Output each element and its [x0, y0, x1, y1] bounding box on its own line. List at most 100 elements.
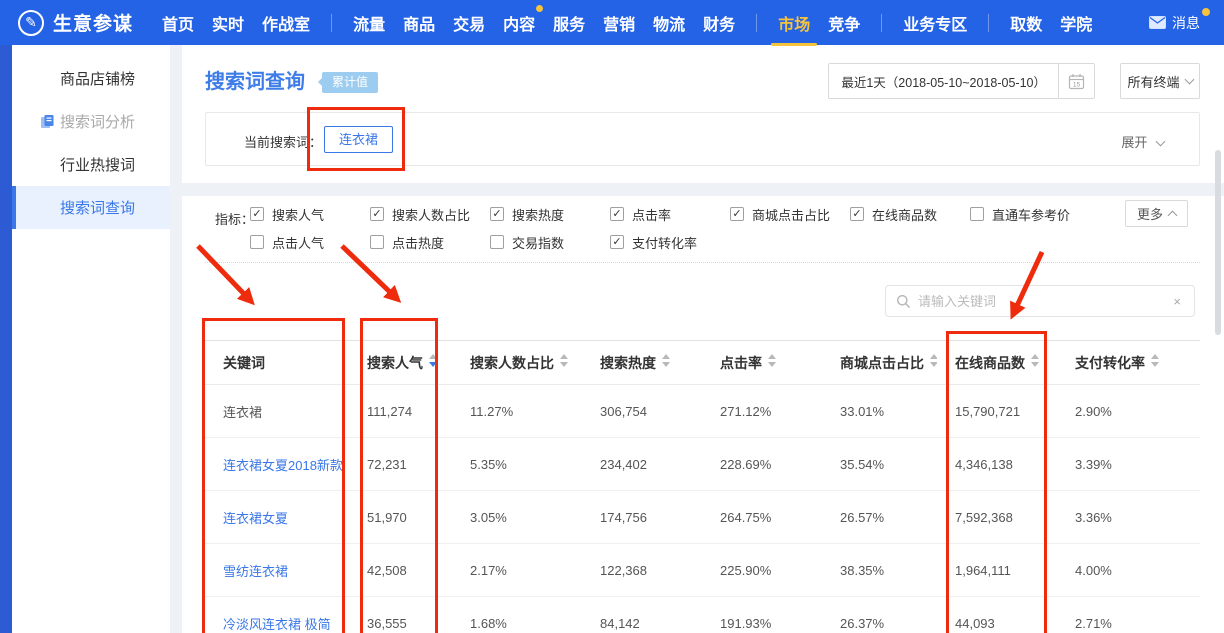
keyword-link[interactable]: 冷淡风连衣裙 极简: [205, 614, 349, 633]
col-header-keyword: 关键词: [205, 353, 349, 373]
expand-toggle[interactable]: 展开: [1121, 132, 1164, 151]
checkbox-checked-icon[interactable]: [610, 235, 624, 249]
table-header-row: 关键词 搜索人气 搜索人数占比 搜索热度 点击率 商城点击占比 在线商品数: [205, 340, 1200, 385]
sort-icon[interactable]: [768, 354, 776, 367]
calendar-icon[interactable]: 15: [1058, 64, 1094, 98]
header-section: 搜索词查询 累计值 最近1天（2018-05-10~2018-05-10） 15…: [182, 45, 1224, 183]
keyword-search-input[interactable]: [918, 294, 1170, 309]
nav-item-trade[interactable]: 交易: [453, 0, 485, 46]
svg-text:15: 15: [1073, 81, 1081, 88]
nav-item-content[interactable]: 内容: [503, 0, 535, 46]
metric-checkbox-payment-conversion[interactable]: 支付转化率: [610, 233, 697, 251]
app-logo[interactable]: ✎ 生意参谋: [18, 9, 133, 36]
metric-checkbox-click-popularity[interactable]: 点击人气: [250, 233, 370, 251]
metric-checkbox-searcher-ratio[interactable]: 搜索人数占比: [370, 205, 490, 223]
sidebar-item-search-term-analysis[interactable]: 搜索词分析: [12, 100, 170, 143]
col-header-searcher-ratio[interactable]: 搜索人数占比: [452, 353, 582, 373]
keyword-link[interactable]: 连衣裙女夏: [205, 508, 349, 527]
value-cell: 42,508: [349, 563, 452, 578]
value-cell: 228.69%: [702, 457, 822, 472]
value-cell: 51,970: [349, 510, 452, 525]
vertical-scrollbar[interactable]: [1215, 150, 1221, 335]
keyword-cell: 连衣裙: [205, 402, 349, 421]
value-cell: 3.36%: [1057, 510, 1200, 525]
date-range-label: 最近1天（2018-05-10~2018-05-10）: [829, 72, 1058, 91]
nav-item-finance[interactable]: 财务: [703, 0, 735, 46]
col-header-mall-click-ratio[interactable]: 商城点击占比: [822, 353, 937, 373]
checkbox-checked-icon[interactable]: [610, 207, 624, 221]
metric-checkbox-mall-click-ratio[interactable]: 商城点击占比: [730, 205, 850, 223]
value-cell: 1.68%: [452, 616, 582, 631]
nav-item-goods[interactable]: 商品: [403, 0, 435, 46]
nav-item-home[interactable]: 首页: [162, 0, 194, 46]
metric-checkbox-trade-index[interactable]: 交易指数: [490, 233, 610, 251]
current-keyword-tag[interactable]: 连衣裙: [324, 126, 393, 153]
sort-icon[interactable]: [429, 354, 437, 367]
table-row: 连衣裙女夏2018新款 72,231 5.35% 234,402 228.69%…: [205, 438, 1200, 491]
sort-icon[interactable]: [662, 354, 670, 367]
clear-search-icon[interactable]: ×: [1170, 294, 1184, 309]
search-icon: [896, 294, 911, 309]
sort-icon[interactable]: [1031, 354, 1039, 367]
value-cell: 5.35%: [452, 457, 582, 472]
checkbox-checked-icon[interactable]: [370, 207, 384, 221]
nav-item-logistics[interactable]: 物流: [653, 0, 685, 46]
keyword-link[interactable]: 雪纺连衣裙: [205, 561, 349, 580]
chevron-up-icon: [1168, 211, 1178, 221]
message-notification-dot: [1202, 8, 1210, 16]
compass-pen-icon: ✎: [18, 10, 44, 36]
checkbox-checked-icon[interactable]: [730, 207, 744, 221]
chevron-down-icon: [1156, 137, 1166, 147]
value-cell: 26.37%: [822, 616, 937, 631]
nav-item-business-zone[interactable]: 业务专区: [903, 0, 967, 46]
nav-item-realtime[interactable]: 实时: [212, 0, 244, 46]
nav-item-marketing[interactable]: 营销: [603, 0, 635, 46]
sort-icon[interactable]: [930, 354, 937, 367]
sidebar-item-industry-hot-words[interactable]: 行业热搜词: [12, 143, 170, 186]
metric-checkbox-click-heat[interactable]: 点击热度: [370, 233, 490, 251]
value-cell: 2.71%: [1057, 616, 1200, 631]
nav-item-service[interactable]: 服务: [553, 0, 585, 46]
checkbox-unchecked-icon[interactable]: [490, 235, 504, 249]
value-cell: 225.90%: [702, 563, 822, 578]
nav-item-market[interactable]: 市场: [778, 0, 810, 46]
sidebar-item-goods-shop-rank[interactable]: 商品店铺榜: [12, 57, 170, 100]
left-sidebar: 商品店铺榜 搜索词分析 行业热搜词 搜索词查询: [12, 45, 170, 633]
nav-item-academy[interactable]: 学院: [1060, 0, 1092, 46]
nav-item-competition[interactable]: 竞争: [828, 0, 860, 46]
nav-item-data-fetch[interactable]: 取数: [1010, 0, 1042, 46]
value-cell: 7,592,368: [937, 510, 1057, 525]
metric-checkbox-ztc-reference-price[interactable]: 直通车参考价: [970, 205, 1070, 223]
checkbox-checked-icon[interactable]: [250, 207, 264, 221]
dotted-divider: [205, 262, 1200, 263]
sidebar-item-search-term-query[interactable]: 搜索词查询: [12, 186, 170, 229]
checkbox-unchecked-icon[interactable]: [250, 235, 264, 249]
checkbox-checked-icon[interactable]: [850, 207, 864, 221]
date-range-picker[interactable]: 最近1天（2018-05-10~2018-05-10） 15: [828, 63, 1095, 99]
checkbox-checked-icon[interactable]: [490, 207, 504, 221]
metrics-label: 指标：: [215, 209, 254, 228]
metric-checkbox-search-popularity[interactable]: 搜索人气: [250, 205, 370, 223]
sort-icon[interactable]: [560, 354, 568, 367]
sort-icon[interactable]: [1151, 354, 1159, 367]
messages-button[interactable]: 消息: [1149, 13, 1208, 33]
sidebar-item-label: 搜索词分析: [60, 111, 135, 132]
col-header-click-rate[interactable]: 点击率: [702, 353, 822, 373]
metric-checkbox-online-products[interactable]: 在线商品数: [850, 205, 970, 223]
col-header-online-products[interactable]: 在线商品数: [937, 353, 1057, 373]
col-header-payment-conversion[interactable]: 支付转化率: [1057, 353, 1200, 373]
nav-item-warroom[interactable]: 作战室: [262, 0, 310, 46]
col-header-search-heat[interactable]: 搜索热度: [582, 353, 702, 373]
app-title: 生意参谋: [53, 9, 133, 36]
metric-checkbox-click-rate[interactable]: 点击率: [610, 205, 730, 223]
checkbox-unchecked-icon[interactable]: [370, 235, 384, 249]
value-cell: 4,346,138: [937, 457, 1057, 472]
more-metrics-button[interactable]: 更多: [1125, 200, 1188, 227]
col-header-search-popularity[interactable]: 搜索人气: [349, 353, 452, 373]
keyword-link[interactable]: 连衣裙女夏2018新款: [205, 455, 349, 474]
nav-item-traffic[interactable]: 流量: [353, 0, 385, 46]
checkbox-unchecked-icon[interactable]: [970, 207, 984, 221]
metric-checkbox-search-heat[interactable]: 搜索热度: [490, 205, 610, 223]
terminal-select[interactable]: 所有终端: [1120, 63, 1200, 99]
metrics-row-1: 搜索人气 搜索人数占比 搜索热度 点击率 商城点击占比 在线商品数: [250, 205, 1070, 223]
